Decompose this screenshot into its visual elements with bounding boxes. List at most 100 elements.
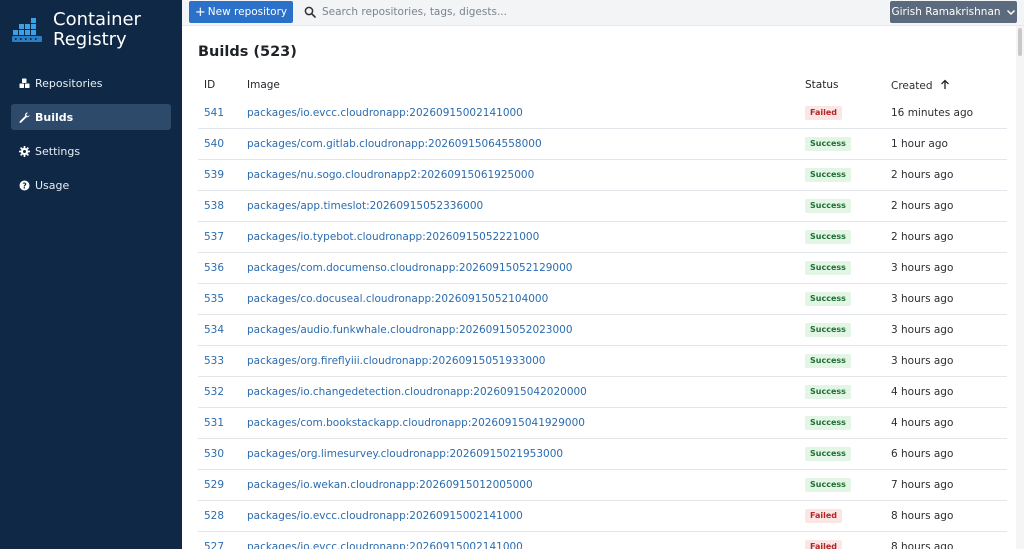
created-time: 6 hours ago (891, 448, 954, 460)
sidebar-item-builds[interactable]: Builds (11, 104, 171, 130)
status-cell: Success (805, 416, 891, 430)
created-time: 7 hours ago (891, 479, 954, 491)
table-row[interactable]: 538 packages/app.timeslot:202609150523360… (198, 190, 1007, 221)
status-cell: Success (805, 385, 891, 399)
build-id-link[interactable]: 528 (198, 510, 247, 522)
status-badge: Success (805, 168, 851, 182)
brand-title-line1: Container (53, 9, 141, 30)
build-image-link[interactable]: packages/com.gitlab.cloudronapp:20260915… (247, 138, 805, 150)
table-row[interactable]: 535 packages/co.docuseal.cloudronapp:2026… (198, 283, 1007, 314)
status-cell: Success (805, 447, 891, 461)
build-image-link[interactable]: packages/io.changedetection.cloudronapp:… (247, 386, 805, 398)
cubes-icon (19, 78, 30, 89)
build-image-link[interactable]: packages/org.limesurvey.cloudronapp:2026… (247, 448, 805, 460)
created-time: 3 hours ago (891, 324, 954, 336)
status-badge: Failed (805, 540, 843, 549)
container-registry-logo-icon (12, 18, 42, 42)
status-badge: Failed (805, 509, 843, 523)
build-image-link[interactable]: packages/nu.sogo.cloudronapp2:2026091506… (247, 169, 805, 181)
build-id-link[interactable]: 534 (198, 324, 247, 336)
status-badge: Success (805, 137, 851, 151)
build-id-link[interactable]: 531 (198, 417, 247, 429)
build-image-link[interactable]: packages/io.wekan.cloudronapp:2026091501… (247, 479, 805, 491)
scrollbar[interactable] (1016, 26, 1024, 549)
table-row[interactable]: 539 packages/nu.sogo.cloudronapp2:2026091… (198, 159, 1007, 190)
table-row[interactable]: 531 packages/com.bookstackapp.cloudronapp… (198, 407, 1007, 438)
sidebar-item-settings[interactable]: Settings (11, 138, 171, 164)
table-row[interactable]: 528 packages/io.evcc.cloudronapp:20260915… (198, 500, 1007, 531)
table-row[interactable]: 532 packages/io.changedetection.cloudrona… (198, 376, 1007, 407)
table-row[interactable]: 530 packages/org.limesurvey.cloudronapp:2… (198, 438, 1007, 469)
sort-arrow-up-icon (940, 79, 949, 89)
column-header-created[interactable]: Created (891, 79, 1007, 92)
status-badge: Success (805, 261, 851, 275)
brand[interactable]: Container Registry (0, 0, 182, 62)
sidebar-item-label: Repositories (35, 76, 103, 90)
top-bar: + New repository Girish Ramakrishnan (182, 0, 1024, 26)
scrollbar-thumb[interactable] (1018, 28, 1022, 56)
build-id-link[interactable]: 533 (198, 355, 247, 367)
build-image-link[interactable]: packages/app.timeslot:20260915052336000 (247, 200, 805, 212)
build-image-link[interactable]: packages/io.evcc.cloudronapp:20260915002… (247, 107, 805, 119)
created-time: 2 hours ago (891, 200, 954, 212)
status-cell: Success (805, 261, 891, 275)
build-id-link[interactable]: 537 (198, 231, 247, 243)
search-icon (304, 6, 316, 18)
build-image-link[interactable]: packages/com.bookstackapp.cloudronapp:20… (247, 417, 805, 429)
status-cell: Success (805, 478, 891, 492)
table-row[interactable]: 536 packages/com.documenso.cloudronapp:20… (198, 252, 1007, 283)
created-time: 8 hours ago (891, 541, 954, 549)
svg-text:?: ? (22, 181, 26, 190)
table-row[interactable]: 541 packages/io.evcc.cloudronapp:20260915… (198, 97, 1007, 128)
build-id-link[interactable]: 539 (198, 169, 247, 181)
column-header-id[interactable]: ID (198, 79, 247, 91)
sidebar-item-label: Builds (35, 110, 74, 124)
build-id-link[interactable]: 530 (198, 448, 247, 460)
status-badge: Failed (805, 105, 843, 120)
sidebar-item-usage[interactable]: ? Usage (11, 172, 171, 198)
table-row[interactable]: 534 packages/audio.funkwhale.cloudronapp:… (198, 314, 1007, 345)
question-circle-icon: ? (19, 180, 30, 191)
table-row[interactable]: 529 packages/io.wekan.cloudronapp:2026091… (198, 469, 1007, 500)
status-cell: Success (805, 323, 891, 337)
build-image-link[interactable]: packages/com.documenso.cloudronapp:20260… (247, 262, 805, 274)
status-cell: Success (805, 199, 891, 213)
table-row[interactable]: 527 packages/io.evcc.cloudronapp:20260915… (198, 531, 1007, 549)
column-header-status[interactable]: Status (805, 79, 891, 91)
user-menu-button[interactable]: Girish Ramakrishnan (890, 1, 1017, 23)
build-image-link[interactable]: packages/io.evcc.cloudronapp:20260915002… (247, 541, 805, 549)
column-header-image[interactable]: Image (247, 79, 805, 91)
status-badge: Success (805, 478, 851, 492)
table-row[interactable]: 537 packages/io.typebot.cloudronapp:20260… (198, 221, 1007, 252)
table-row[interactable]: 533 packages/org.fireflyiii.cloudronapp:2… (198, 345, 1007, 376)
created-time: 3 hours ago (891, 262, 954, 274)
build-id-link[interactable]: 536 (198, 262, 247, 274)
build-id-link[interactable]: 529 (198, 479, 247, 491)
plus-icon: + (194, 4, 206, 20)
build-id-link[interactable]: 532 (198, 386, 247, 398)
sidebar-item-repositories[interactable]: Repositories (11, 70, 171, 96)
build-image-link[interactable]: packages/audio.funkwhale.cloudronapp:202… (247, 324, 805, 336)
created-time: 8 hours ago (891, 510, 954, 522)
build-id-link[interactable]: 541 (198, 107, 247, 119)
build-image-link[interactable]: packages/io.typebot.cloudronapp:20260915… (247, 231, 805, 243)
status-cell: Failed (805, 540, 891, 549)
new-repository-button[interactable]: + New repository (189, 1, 293, 23)
build-id-link[interactable]: 535 (198, 293, 247, 305)
build-id-link[interactable]: 538 (198, 200, 247, 212)
build-image-link[interactable]: packages/co.docuseal.cloudronapp:2026091… (247, 293, 805, 305)
status-cell: Success (805, 230, 891, 244)
table-row[interactable]: 540 packages/com.gitlab.cloudronapp:20260… (198, 128, 1007, 159)
search-input[interactable] (322, 6, 662, 18)
created-time: 3 hours ago (891, 293, 954, 305)
created-time: 3 hours ago (891, 355, 954, 367)
sidebar-nav: Repositories Builds Settings ? Usage (0, 70, 182, 198)
build-image-link[interactable]: packages/org.fireflyiii.cloudronapp:2026… (247, 355, 805, 367)
status-cell: Failed (805, 509, 891, 523)
status-badge: Success (805, 230, 851, 244)
build-id-link[interactable]: 540 (198, 138, 247, 150)
build-image-link[interactable]: packages/io.evcc.cloudronapp:20260915002… (247, 510, 805, 522)
build-id-link[interactable]: 527 (198, 541, 247, 549)
column-header-created-label: Created (891, 79, 933, 92)
created-time: 2 hours ago (891, 231, 954, 243)
